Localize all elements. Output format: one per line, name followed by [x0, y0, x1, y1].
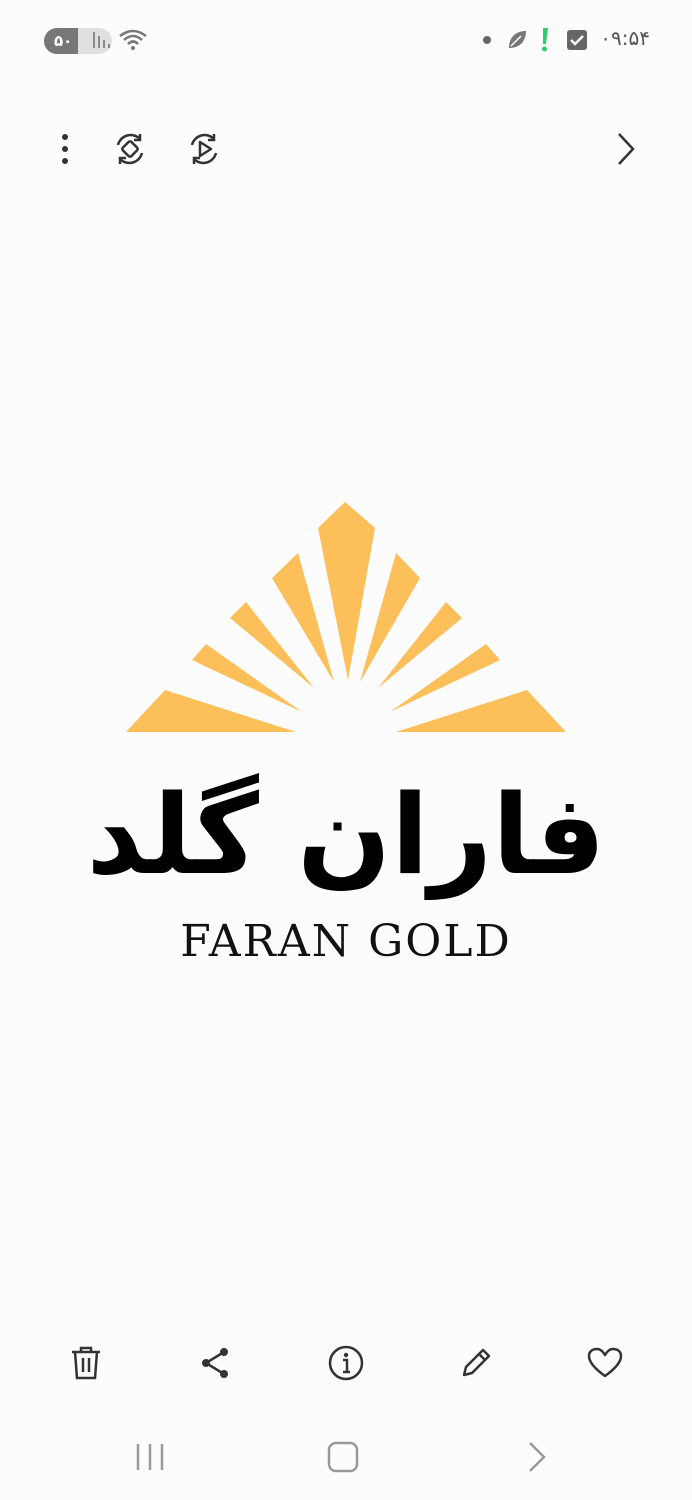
rotate-icon	[116, 133, 144, 165]
edit-button[interactable]	[441, 1330, 511, 1396]
ray-right-1	[360, 553, 420, 682]
more-options-icon	[62, 134, 68, 164]
status-bar: ۵۰ ۰۹:۵۴	[0, 0, 692, 80]
recent-apps-button[interactable]	[110, 1425, 190, 1489]
back-icon	[529, 1442, 546, 1472]
next-icon	[618, 133, 635, 165]
wifi-icon	[119, 29, 147, 50]
favorite-icon	[587, 1347, 623, 1378]
motion-play-button[interactable]	[172, 115, 236, 183]
more-options-button[interactable]	[33, 115, 97, 183]
ray-left-1	[272, 553, 334, 682]
alert-icon	[542, 28, 548, 52]
favorite-button[interactable]	[570, 1330, 640, 1396]
play-motion-icon	[190, 133, 218, 165]
edit-icon	[462, 1348, 491, 1377]
check-icon	[567, 30, 587, 50]
rotate-button[interactable]	[98, 115, 162, 183]
next-button[interactable]	[594, 115, 658, 183]
viewer-top-bar	[0, 115, 692, 185]
delete-button[interactable]	[51, 1330, 121, 1396]
brand-name-persian: فاران گلد	[86, 771, 606, 899]
delete-icon	[72, 1346, 100, 1380]
dot-icon	[483, 36, 491, 44]
leaf-icon	[509, 31, 526, 48]
home-button[interactable]	[303, 1425, 383, 1489]
share-button[interactable]	[180, 1330, 250, 1396]
photo-view[interactable]	[0, 490, 692, 990]
details-button[interactable]	[311, 1330, 381, 1396]
brand-name-latin: FARAN GOLD	[180, 916, 512, 967]
ray-center	[318, 502, 375, 680]
back-button[interactable]	[497, 1425, 577, 1489]
clock: ۰۹:۵۴	[600, 26, 650, 50]
sunburst-logo	[126, 502, 566, 732]
home-icon	[327, 1441, 359, 1473]
info-icon	[328, 1345, 364, 1381]
viewer-bottom-bar	[0, 1330, 692, 1400]
recent-apps-icon	[136, 1444, 164, 1470]
share-icon	[202, 1348, 228, 1378]
system-nav-bar	[0, 1425, 692, 1489]
signal-icon	[93, 32, 110, 48]
